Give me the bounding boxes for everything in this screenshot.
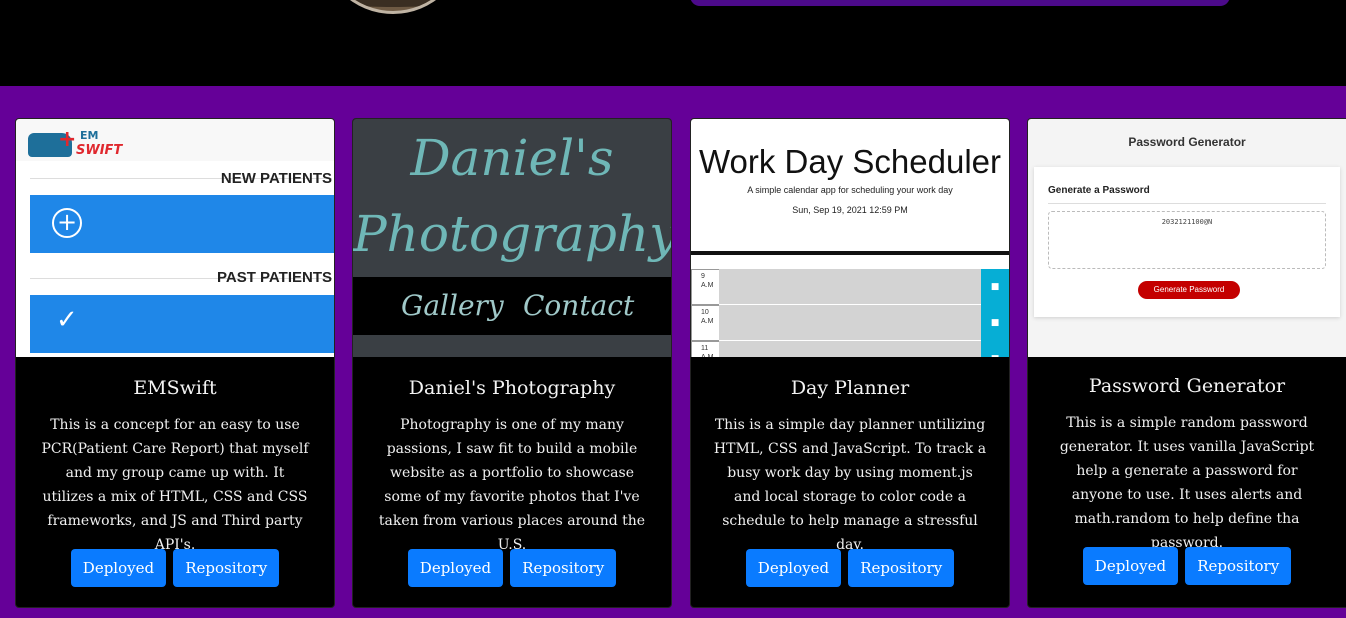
scheduler-subheading: A simple calendar app for scheduling you… (747, 185, 953, 195)
repository-button[interactable]: Repository (173, 549, 280, 587)
project-links: Deployed Repository (1028, 547, 1346, 585)
photography-heading-line1: Daniel's (410, 129, 614, 187)
nav-contact: Contact (523, 289, 635, 322)
new-patients-label: NEW PATIENTS (220, 170, 332, 187)
nav-gallery: Gallery (401, 289, 504, 322)
project-screenshot-password-generator: Password Generator Generate a Password 2… (1028, 119, 1346, 357)
project-screenshot-emswift: + EM SWIFT NEW PATIENTS + PAST PATIENTS … (16, 119, 334, 357)
generator-panel: Generate a Password 2032121100@N Generat… (1034, 167, 1340, 317)
deployed-button[interactable]: Deployed (70, 549, 167, 587)
generator-heading: Password Generator (1128, 135, 1246, 149)
repository-button[interactable]: Repository (510, 549, 617, 587)
time-block: 10 A.M ■ (691, 305, 1009, 341)
project-screenshot-day-planner: Work Day Scheduler A simple calendar app… (691, 119, 1009, 357)
emswift-app-body: NEW PATIENTS + PAST PATIENTS ✓ (16, 161, 334, 357)
project-links: Deployed Repository (353, 549, 671, 587)
time-block: 9 A.M ■ (691, 269, 1009, 305)
project-card-photography: Daniel's Photography Gallery Contact Dan… (352, 118, 672, 608)
deployed-button[interactable]: Deployed (1082, 547, 1179, 585)
time-block-text (719, 305, 981, 341)
plus-circle-icon: + (52, 208, 82, 238)
save-icon: ■ (981, 305, 1009, 341)
divider (691, 251, 1009, 255)
project-card-password-generator: Password Generator Generate a Password 2… (1027, 118, 1346, 608)
hour-label: 11A.M (691, 341, 719, 357)
divider (1048, 203, 1326, 204)
project-links: Deployed Repository (691, 549, 1009, 587)
time-block-text (719, 269, 981, 305)
hour-label: 10 A.M (691, 305, 719, 341)
new-patient-bar: + (30, 195, 334, 253)
scheduler-heading: Work Day Scheduler (698, 143, 1001, 180)
repository-button[interactable]: Repository (1185, 547, 1292, 585)
past-patient-bar: ✓ (30, 295, 334, 353)
project-screenshot-photography: Daniel's Photography Gallery Contact (353, 119, 671, 357)
project-card-emswift: + EM SWIFT NEW PATIENTS + PAST PATIENTS … (15, 118, 335, 608)
repository-button[interactable]: Repository (848, 549, 955, 587)
header-banner (690, 0, 1230, 6)
project-card-body: Daniel's Photography Photography is one … (353, 357, 671, 607)
photography-heading-line2: Photography (353, 205, 671, 263)
project-description: This is a concept for an easy to use PCR… (41, 417, 309, 553)
project-description: This is a simple random password generat… (1059, 415, 1315, 551)
project-title: Day Planner (790, 377, 910, 399)
deployed-button[interactable]: Deployed (407, 549, 504, 587)
time-block-text (719, 341, 981, 357)
past-patients-label: PAST PATIENTS (216, 269, 332, 286)
checkmark-icon: ✓ (56, 305, 78, 335)
project-card-body: Password Generator This is a simple rand… (1028, 357, 1346, 607)
project-description: Photography is one of my many passions, … (378, 417, 646, 553)
project-title: Password Generator (1088, 375, 1286, 397)
deployed-button[interactable]: Deployed (745, 549, 842, 587)
scheduler-date: Sun, Sep 19, 2021 12:59 PM (792, 205, 908, 215)
profile-photo (320, 0, 466, 14)
project-card-body: EMSwift This is a concept for an easy to… (16, 357, 334, 607)
medical-cross-icon: + (58, 127, 77, 152)
save-icon: ■ (981, 341, 1009, 357)
photography-nav: Gallery Contact (353, 277, 671, 335)
hour-label: 9 A.M (691, 269, 719, 305)
generate-password-button: Generate Password (1138, 281, 1240, 299)
save-icon: ■ (981, 269, 1009, 305)
time-block: 11A.M ■ (691, 341, 1009, 357)
project-card-body: Day Planner This is a simple day planner… (691, 357, 1009, 607)
project-title: Daniel's Photography (408, 377, 616, 399)
project-card-day-planner: Work Day Scheduler A simple calendar app… (690, 118, 1010, 608)
project-title: EMSwift (133, 377, 217, 399)
password-output: 2032121100@N (1048, 211, 1326, 269)
projects-section: + EM SWIFT NEW PATIENTS + PAST PATIENTS … (0, 86, 1346, 618)
project-description: This is a simple day planner untilizing … (713, 417, 987, 553)
header (0, 0, 1346, 86)
project-links: Deployed Repository (16, 549, 334, 587)
emswift-logo: + EM SWIFT (28, 127, 124, 161)
generator-panel-heading: Generate a Password (1048, 185, 1150, 196)
